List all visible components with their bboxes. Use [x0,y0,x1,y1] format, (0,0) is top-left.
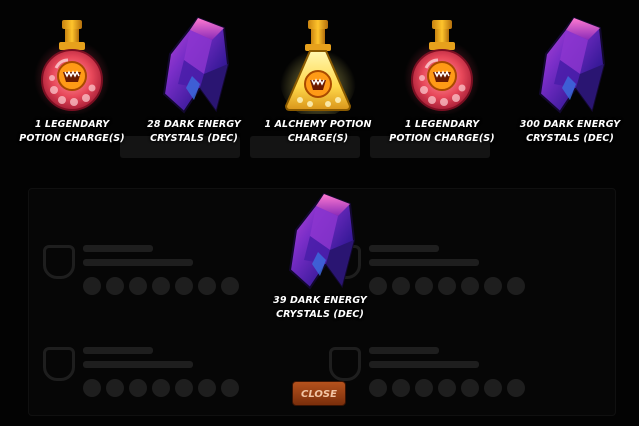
reward-item: 1 LEGENDARY POTION CHARGE(S) [10,14,134,146]
bg-dots [83,277,239,295]
reward-item: 1 LEGENDARY POTION CHARGE(S) [380,14,504,146]
reward-label-line1: 39 DARK ENERGY [273,295,367,306]
reward-label-line1: 300 DARK ENERGY [519,119,621,130]
shield-icon [329,347,361,381]
shield-icon [43,347,75,381]
alchemy-potion-icon [280,20,356,114]
bg-line [83,245,153,252]
legendary-potion-icon [34,20,110,114]
bg-row [43,237,293,297]
reward-item: 28 DARK ENERGY CRYSTALS (DEC) [132,14,256,146]
bg-line [369,259,479,266]
shield-icon [43,245,75,279]
reward-label-line2: CHARGE(S) [287,133,349,144]
reward-item: 39 DARK ENERGY CRYSTALS (DEC) [258,190,382,322]
bg-line [369,347,439,354]
reward-label-line1: 28 DARK ENERGY [147,119,241,130]
reward-label-line2: POTION CHARGE(S) [389,133,495,144]
reward-item: 300 DARK ENERGY CRYSTALS (DEC) [508,14,632,146]
dark-energy-crystal-icon [162,16,230,114]
bg-line [83,347,153,354]
bg-row [329,339,579,399]
reward-reveal-screen: 1 LEGENDARY POTION CHARGE(S) 28 DARK ENE… [0,0,639,426]
reward-label-line1: 1 LEGENDARY [404,119,480,130]
bg-dots [369,379,525,397]
close-button[interactable]: CLOSE [292,381,346,406]
bg-dots [83,379,239,397]
dark-energy-crystal-icon [288,192,356,290]
bg-line [83,361,193,368]
reward-label-line2: POTION CHARGE(S) [19,133,125,144]
reward-label-line2: CRYSTALS (DEC) [150,133,238,144]
bg-row [43,339,293,399]
reward-label-line2: CRYSTALS (DEC) [526,133,614,144]
reward-label-line1: 1 LEGENDARY [34,119,110,130]
bg-dots [369,277,525,295]
reward-item: 1 ALCHEMY POTION CHARGE(S) [256,14,380,146]
reward-label-line2: CRYSTALS (DEC) [276,309,364,320]
legendary-potion-icon [404,20,480,114]
reward-label-line1: 1 ALCHEMY POTION [264,119,372,130]
bg-line [83,259,193,266]
dark-energy-crystal-icon [538,16,606,114]
bg-line [369,361,479,368]
